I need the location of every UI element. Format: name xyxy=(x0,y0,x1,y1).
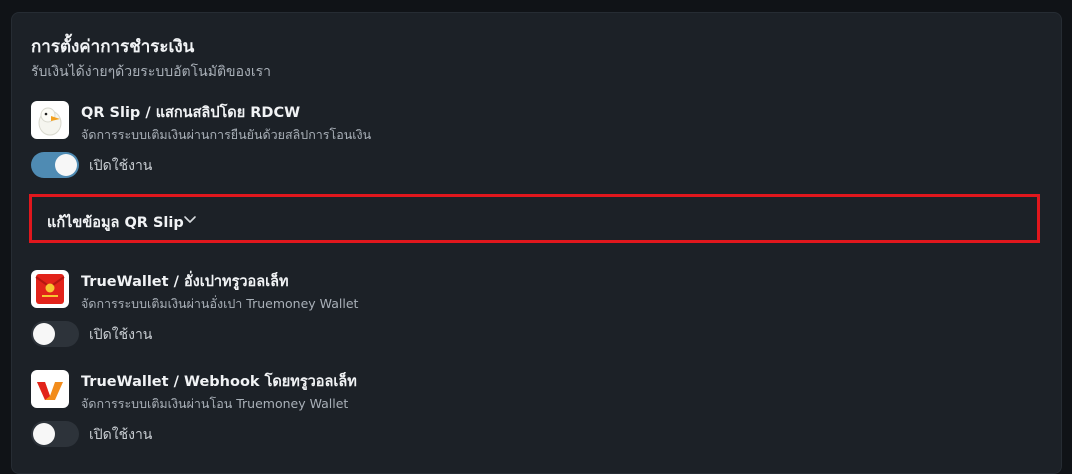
enable-toggle-truewallet-webhook[interactable] xyxy=(31,421,79,447)
chevron-down-icon xyxy=(184,216,196,223)
enable-toggle-qr-slip[interactable] xyxy=(31,152,79,178)
method-description: จัดการระบบเติมเงินผ่านการยืนยันด้วยสลิปก… xyxy=(81,127,372,142)
payment-method-qr-slip: QR Slip / แสกนสลิปโดย RDCW จัดการระบบเติ… xyxy=(31,101,931,142)
payment-method-truewallet-webhook: TrueWallet / Webhook โดยทรูวอลเล็ท จัดกา… xyxy=(31,370,931,411)
toggle-knob xyxy=(33,423,55,445)
duck-logo-icon xyxy=(31,101,69,139)
toggle-label: เปิดใช้งาน xyxy=(89,327,153,343)
method-description: จัดการระบบเติมเงินผ่านอั่งเปา Truemoney … xyxy=(81,296,359,311)
truemoney-wallet-icon xyxy=(31,370,69,408)
toggle-knob xyxy=(55,154,77,176)
method-description: จัดการระบบเติมเงินผ่านโอน Truemoney Wall… xyxy=(81,396,349,411)
edit-qr-slip-dropdown[interactable]: แก้ไขข้อมูล QR Slip xyxy=(29,194,1040,243)
toggle-label: เปิดใช้งาน xyxy=(89,158,153,174)
toggle-label: เปิดใช้งาน xyxy=(89,427,153,443)
method-name: TrueWallet / อั่งเปาทรูวอลเล็ท xyxy=(81,274,289,290)
payment-settings-panel: การตั้งค่าการชำระเงิน รับเงินได้ง่ายๆด้ว… xyxy=(11,12,1062,474)
payment-method-truewallet-envelope: TrueWallet / อั่งเปาทรูวอลเล็ท จัดการระบ… xyxy=(31,270,931,311)
enable-toggle-truewallet-envelope[interactable] xyxy=(31,321,79,347)
method-name: TrueWallet / Webhook โดยทรูวอลเล็ท xyxy=(81,374,357,390)
method-name: QR Slip / แสกนสลิปโดย RDCW xyxy=(81,105,301,121)
page-title: การตั้งค่าการชำระเงิน xyxy=(31,37,195,57)
toggle-knob xyxy=(33,323,55,345)
page-subtitle: รับเงินได้ง่ายๆด้วยระบบอัตโนมัติของเรา xyxy=(31,64,272,80)
edit-qr-slip-label: แก้ไขข้อมูล QR Slip xyxy=(47,215,184,231)
red-envelope-icon xyxy=(31,270,69,308)
